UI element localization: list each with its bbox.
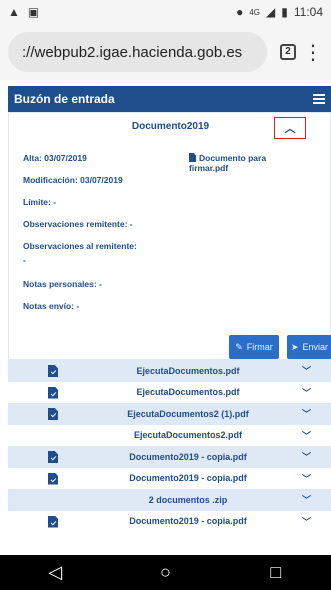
file-check-icon: [48, 515, 58, 528]
file-name: EjecutaDocumentos.pdf: [136, 365, 240, 376]
chevron-down-icon[interactable]: ﹀: [302, 364, 311, 377]
recents-icon[interactable]: □: [256, 562, 296, 583]
observations-to-sender-value: -: [23, 255, 26, 265]
send-button-label: Enviar: [302, 342, 329, 352]
inbox-title: Buzón de entrada: [14, 92, 115, 106]
chevron-down-icon[interactable]: ﹀: [302, 407, 311, 420]
file-name: Documento2019 - copia.pdf: [129, 451, 247, 462]
sign-button-label: Firmar: [246, 342, 273, 352]
tab-switcher-button[interactable]: 2: [273, 32, 303, 72]
list-item[interactable]: Documento2019 - copia.pdf ﹀: [8, 467, 331, 489]
file-name: EjecutaDocumentos2 (1).pdf: [127, 408, 249, 419]
list-item[interactable]: 2 documentos .zip ﹀: [8, 489, 331, 511]
file-check-icon: [48, 365, 58, 377]
file-check-icon: [48, 472, 58, 485]
chevron-up-icon: ︿: [284, 123, 296, 135]
file-check-icon: [48, 386, 58, 399]
attachment-link[interactable]: Documento para firmar.pdf: [189, 153, 299, 173]
modification-date: Modificación: 03/07/2019: [23, 175, 123, 185]
sending-notes: Notas envío: -: [23, 301, 80, 311]
list-item[interactable]: EjecutaDocumentos2 (1).pdf ﹀: [8, 403, 331, 425]
status-indicators: ● 4G ◢ ▮ 11:04: [236, 5, 323, 19]
back-icon[interactable]: ◁: [35, 562, 75, 583]
gallery-icon: ▣: [27, 5, 40, 19]
more-options-icon[interactable]: ⋮: [303, 32, 323, 72]
browser-toolbar: ://webpub2.igae.hacienda.gob.es 2 ⋮: [0, 24, 331, 80]
list-item[interactable]: EjecutaDocumentos.pdf ﹀: [8, 381, 331, 403]
chevron-down-icon[interactable]: ﹀: [302, 515, 311, 528]
chevron-down-icon[interactable]: ﹀: [302, 493, 311, 506]
clock: 11:04: [293, 5, 323, 19]
list-item[interactable]: EjecutaDocumentos.pdf ﹀: [8, 360, 331, 382]
signal-icon: ◢: [266, 5, 276, 19]
url-field[interactable]: ://webpub2.igae.hacienda.gob.es: [8, 32, 267, 72]
file-name: EjecutaDocumentos2.pdf: [133, 430, 243, 441]
send-button[interactable]: ➤ Enviar: [287, 335, 331, 359]
alta-date: Alta: 03/07/2019: [23, 153, 87, 163]
hamburger-menu-icon[interactable]: [313, 94, 325, 104]
list-item[interactable]: Documento2019 - copia.pdf ﹀: [8, 446, 331, 468]
collapse-button[interactable]: ︿: [274, 117, 306, 139]
notification-icons: ▲ ▣: [8, 5, 39, 19]
observations-to-sender: Observaciones al remitente:: [23, 241, 137, 251]
file-name: EjecutaDocumentos.pdf: [136, 387, 240, 398]
file-check-icon: [48, 451, 58, 463]
battery-icon: ▮: [281, 5, 288, 19]
chevron-down-icon[interactable]: ﹀: [302, 450, 311, 463]
home-icon[interactable]: ○: [145, 562, 185, 583]
status-bar: ▲ ▣ ● 4G ◢ ▮ 11:04: [0, 0, 331, 24]
send-icon: ➤: [290, 341, 299, 352]
alert-icon: ▲: [8, 5, 20, 19]
limit-date: Límite: -: [23, 197, 57, 207]
chevron-down-icon[interactable]: ﹀: [302, 472, 311, 485]
file-icon: [189, 153, 196, 162]
tab-count: 2: [280, 44, 296, 60]
file-name: Documento2019 - copia.pdf: [129, 473, 247, 484]
file-name: Documento2019 - copia.pdf: [129, 516, 247, 527]
sign-button[interactable]: ✎ Firmar: [229, 335, 279, 359]
document-detail-panel: Documento2019 ︿ Alta: 03/07/2019 Modific…: [8, 112, 331, 360]
personal-notes: Notas personales: -: [23, 279, 102, 289]
file-check-icon: [48, 408, 58, 420]
attachment-name: Documento para firmar.pdf: [189, 153, 267, 173]
pencil-icon: ✎: [235, 341, 243, 352]
file-list: EjecutaDocumentos.pdf ﹀ EjecutaDocumento…: [8, 360, 331, 532]
sender-observations: Observaciones remitente: -: [23, 219, 133, 229]
network-type: 4G: [249, 7, 261, 17]
inbox-header: Buzón de entrada: [8, 86, 331, 112]
file-name: 2 documentos .zip: [148, 494, 228, 505]
system-nav-bar: ◁ ○ □: [0, 555, 331, 590]
chevron-down-icon[interactable]: ﹀: [302, 386, 311, 399]
chevron-down-icon[interactable]: ﹀: [302, 429, 311, 442]
list-item[interactable]: Documento2019 - copia.pdf ﹀: [8, 510, 331, 532]
list-item[interactable]: EjecutaDocumentos2.pdf ﹀: [8, 424, 331, 446]
dnd-icon: ●: [236, 5, 244, 19]
